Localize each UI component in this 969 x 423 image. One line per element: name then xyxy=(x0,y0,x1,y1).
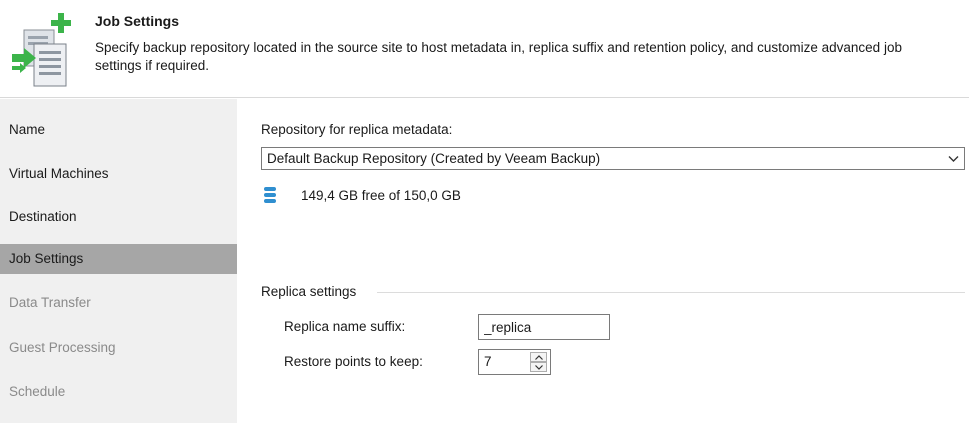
restore-points-label: Restore points to keep: xyxy=(284,354,423,369)
repository-free-space: 149,4 GB free of 150,0 GB xyxy=(301,188,461,203)
chevron-down-icon xyxy=(535,365,543,370)
replica-suffix-label: Replica name suffix: xyxy=(284,319,406,334)
restore-points-stepper[interactable]: 7 xyxy=(478,349,551,375)
replica-settings-group-label: Replica settings xyxy=(261,284,357,299)
sidebar-item-schedule[interactable]: Schedule xyxy=(0,377,237,407)
sidebar-item-virtual-machines[interactable]: Virtual Machines xyxy=(0,159,237,189)
repository-dropdown[interactable]: Default Backup Repository (Created by Ve… xyxy=(261,147,965,170)
repository-selected-value: Default Backup Repository (Created by Ve… xyxy=(267,151,601,166)
stepper-up-button[interactable] xyxy=(530,352,547,362)
job-settings-wizard-icon xyxy=(12,13,71,87)
group-divider xyxy=(377,292,965,293)
replica-suffix-input[interactable] xyxy=(479,315,609,339)
stepper-down-button[interactable] xyxy=(530,362,547,372)
sidebar-item-data-transfer[interactable]: Data Transfer xyxy=(0,288,237,318)
chevron-up-icon xyxy=(535,355,543,360)
chevron-down-icon xyxy=(948,156,959,162)
replica-suffix-field[interactable] xyxy=(478,314,610,340)
wizard-header: Job Settings Specify backup repository l… xyxy=(0,0,969,98)
repository-label: Repository for replica metadata: xyxy=(261,122,453,137)
database-icon xyxy=(264,187,276,203)
sidebar-item-job-settings[interactable]: Job Settings xyxy=(0,244,237,274)
stepper-buttons xyxy=(530,352,547,372)
wizard-steps-sidebar: Name Virtual Machines Destination Job Se… xyxy=(0,99,237,423)
sidebar-item-guest-processing[interactable]: Guest Processing xyxy=(0,333,237,363)
sidebar-item-destination[interactable]: Destination xyxy=(0,202,237,232)
sidebar-item-name[interactable]: Name xyxy=(0,115,237,145)
restore-points-value[interactable]: 7 xyxy=(484,354,492,369)
job-settings-panel: Repository for replica metadata: Default… xyxy=(237,99,969,423)
page-title: Job Settings xyxy=(95,13,180,29)
page-description: Specify backup repository located in the… xyxy=(95,40,902,73)
